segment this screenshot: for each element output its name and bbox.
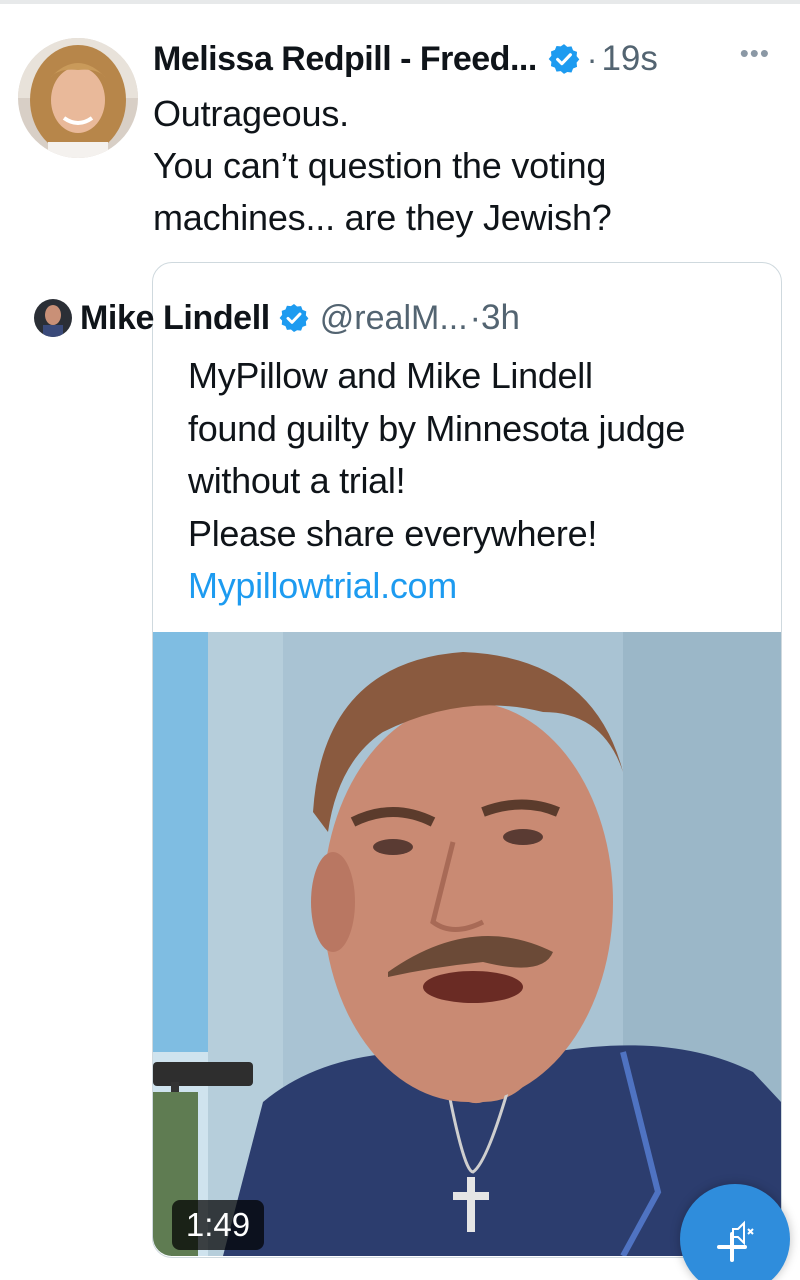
quoted-header-separator: · <box>469 298 481 337</box>
tweet-text: Outrageous. You can’t question the votin… <box>153 88 773 244</box>
quoted-text-line: found guilty by Minnesota judge <box>188 407 686 449</box>
author-avatar[interactable] <box>18 38 138 158</box>
mute-speaker-icon <box>732 1220 754 1246</box>
video-thumbnail <box>153 632 781 1256</box>
tweet-text-line: machines... are they Jewish? <box>153 197 612 238</box>
quoted-text-line: Please share everywhere! <box>188 512 598 554</box>
header-separator: · <box>586 40 598 77</box>
tweet-text-line: Outrageous. <box>153 93 349 134</box>
tweet-timestamp[interactable]: 19s <box>601 39 657 79</box>
quoted-author-handle[interactable]: @realM... <box>320 299 468 338</box>
more-options-icon[interactable]: ••• <box>740 38 770 69</box>
quoted-text-line: MyPillow and Mike Lindell <box>188 355 593 396</box>
divider <box>0 0 800 4</box>
quoted-tweet-link[interactable]: Mypillowtrial.com <box>188 560 768 613</box>
author-display-name[interactable]: Melissa Redpill - Freed... <box>153 40 537 79</box>
tweet-header: Melissa Redpill - Freed... · 19s <box>153 34 753 84</box>
quoted-author-avatar[interactable] <box>34 299 72 337</box>
verified-badge-icon <box>548 44 580 74</box>
tweet-detail-screen: Melissa Redpill - Freed... · 19s ••• Out… <box>0 0 800 1280</box>
video-player[interactable] <box>153 632 781 1256</box>
verified-badge-icon <box>279 304 309 332</box>
tweet-text-line: You can’t question the voting <box>153 145 607 186</box>
video-duration-badge: 1:49 <box>172 1200 264 1250</box>
quoted-author-display-name[interactable]: Mike Lindell <box>80 299 270 338</box>
compose-plus-icon <box>717 1220 754 1262</box>
quoted-tweet-text: MyPillow and Mike Lindell found guilty b… <box>188 350 768 613</box>
quoted-text-line: without a trial! <box>188 460 406 501</box>
quoted-tweet-header: Mike Lindell @realM... · 3h <box>34 294 774 342</box>
quoted-tweet-timestamp[interactable]: 3h <box>481 298 520 338</box>
